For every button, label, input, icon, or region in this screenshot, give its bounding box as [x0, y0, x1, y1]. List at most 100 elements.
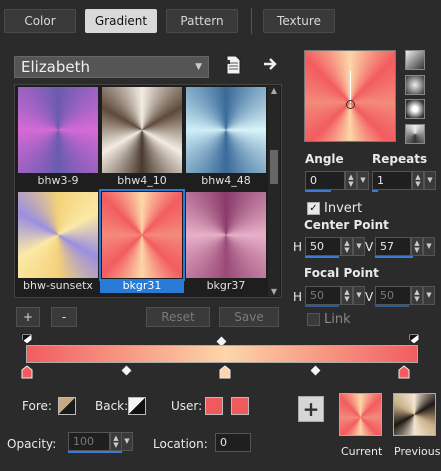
fore-color-swatch[interactable] [58, 397, 76, 415]
gradient-swatch [18, 87, 98, 173]
gradient-thumb[interactable]: bhw3-9 [18, 87, 98, 187]
focal-v-slider[interactable] [375, 305, 409, 307]
center-h-spinner[interactable]: ▲ ▼ [341, 237, 353, 256]
focal-v-dropdown[interactable]: ▼ [423, 286, 435, 305]
repeats-dropdown[interactable]: ▼ [424, 171, 436, 190]
color-midpoint[interactable] [310, 365, 321, 376]
gradient-swatch [186, 87, 266, 173]
current-gradient-preview[interactable] [339, 393, 382, 436]
add-gradient-button[interactable]: + [16, 307, 40, 327]
gradient-label: bhw4_10 [117, 174, 167, 187]
center-v-spinner[interactable]: ▲ ▼ [411, 237, 423, 256]
gradient-swatch [18, 192, 98, 278]
gradient-label: bkgr31 [100, 279, 184, 293]
user-label: User: [171, 399, 203, 413]
gradient-thumb[interactable]: bhw-sunsetx [18, 192, 98, 292]
scroll-down-icon[interactable]: ▼ [268, 287, 280, 296]
angle-label: Angle [305, 152, 344, 166]
gradient-swatch [102, 87, 182, 173]
center-h-dropdown[interactable]: ▼ [353, 237, 365, 256]
location-label: Location: [153, 437, 208, 451]
gradient-thumb-selected[interactable]: bkgr31 [99, 189, 185, 293]
remove-gradient-button[interactable]: - [51, 307, 77, 327]
focal-h-dropdown[interactable]: ▼ [353, 286, 365, 305]
add-to-library-button[interactable]: + [298, 396, 324, 422]
tab-pattern[interactable]: Pattern [166, 9, 238, 33]
fore-label: Fore: [22, 399, 52, 413]
gradient-label: bkgr37 [206, 279, 246, 292]
user-color-swatch-2[interactable] [231, 397, 249, 415]
center-v-dropdown[interactable]: ▼ [423, 237, 435, 256]
angle-slider[interactable] [305, 190, 331, 192]
opacity-stop-right[interactable] [408, 333, 420, 345]
center-v-label: V [365, 240, 374, 254]
link-checkbox[interactable] [307, 313, 320, 326]
center-point-label: Center Point [304, 218, 389, 232]
gradient-library-value: Elizabeth [21, 58, 91, 76]
gradient-thumb[interactable]: bkgr37 [186, 192, 266, 292]
reset-button[interactable]: Reset [146, 307, 210, 327]
focal-v-label: V [365, 290, 374, 304]
focal-h-label: H [293, 290, 303, 304]
gradient-preview[interactable] [304, 50, 396, 142]
focal-h-input[interactable]: 50 [305, 286, 341, 305]
repeats-slider[interactable] [372, 190, 378, 192]
center-v-slider[interactable] [375, 256, 413, 258]
angle-input[interactable]: 0 [305, 171, 345, 190]
gradient-swatch [99, 189, 185, 281]
focal-v-input[interactable]: 50 [375, 286, 411, 305]
focal-point-label: Focal Point [304, 266, 379, 280]
sunburst-style-button[interactable] [405, 124, 425, 144]
gradient-label: bhw4_48 [201, 174, 251, 187]
previous-label: Previous [394, 445, 441, 458]
scroll-up-icon[interactable]: ▲ [268, 86, 280, 95]
rectangular-style-button[interactable] [405, 75, 425, 95]
angle-dropdown[interactable]: ▼ [357, 171, 369, 190]
user-color-swatch[interactable] [205, 397, 223, 415]
previous-gradient-preview[interactable] [393, 393, 436, 436]
tab-separator [251, 8, 252, 34]
repeats-spinner[interactable]: ▲ ▼ [412, 171, 424, 190]
opacity-stop-left[interactable] [21, 333, 33, 345]
tab-gradient[interactable]: Gradient [85, 9, 157, 33]
gradient-bar[interactable] [26, 345, 418, 363]
opacity-input[interactable]: 100 [68, 432, 110, 451]
arrow-right-icon[interactable] [262, 56, 278, 72]
gradient-thumb[interactable]: bhw4_48 [186, 87, 266, 187]
gradient-library-dropdown[interactable]: Elizabeth ▼ [14, 56, 209, 78]
color-stop-right[interactable] [398, 365, 410, 379]
tab-color[interactable]: Color [4, 9, 76, 33]
save-button[interactable]: Save [219, 307, 279, 327]
gallery-scrollbar[interactable]: ▲ ▼ [268, 86, 280, 296]
current-label: Current [341, 445, 383, 458]
focal-h-slider[interactable] [305, 305, 339, 307]
scrollbar-thumb[interactable] [270, 150, 278, 184]
gradient-thumb[interactable]: bhw4_10 [102, 87, 182, 187]
angle-handle-line [350, 71, 351, 103]
center-h-slider[interactable] [305, 256, 339, 258]
radial-style-button[interactable] [405, 99, 425, 119]
center-point-handle[interactable] [346, 100, 355, 109]
repeats-input[interactable]: 1 [372, 171, 412, 190]
location-input[interactable]: 0 [215, 433, 251, 452]
color-stop-center[interactable] [219, 365, 231, 379]
focal-v-spinner[interactable]: ▲ ▼ [411, 286, 423, 305]
gradient-gallery: bhw3-9 bhw4_10 bhw4_48 bhw-sunsetx bkgr3… [14, 84, 282, 298]
opacity-slider[interactable] [68, 451, 122, 453]
center-h-input[interactable]: 50 [305, 237, 341, 256]
chevron-down-icon: ▼ [195, 62, 202, 72]
focal-h-spinner[interactable]: ▲ ▼ [341, 286, 353, 305]
gradient-swatch [186, 192, 266, 278]
new-document-icon[interactable] [225, 55, 241, 75]
back-label: Back: [95, 399, 129, 413]
color-stop-left[interactable] [21, 365, 33, 379]
tab-texture[interactable]: Texture [263, 9, 335, 33]
angle-spinner[interactable]: ▲ ▼ [345, 171, 357, 190]
repeats-label: Repeats [372, 152, 428, 166]
linear-style-button[interactable] [405, 50, 425, 70]
center-v-input[interactable]: 57 [375, 237, 411, 256]
opacity-dropdown[interactable]: ▼ [121, 432, 133, 451]
invert-checkbox[interactable]: ✓ [307, 202, 320, 215]
color-midpoint[interactable] [121, 365, 132, 376]
back-color-swatch[interactable] [128, 397, 146, 415]
